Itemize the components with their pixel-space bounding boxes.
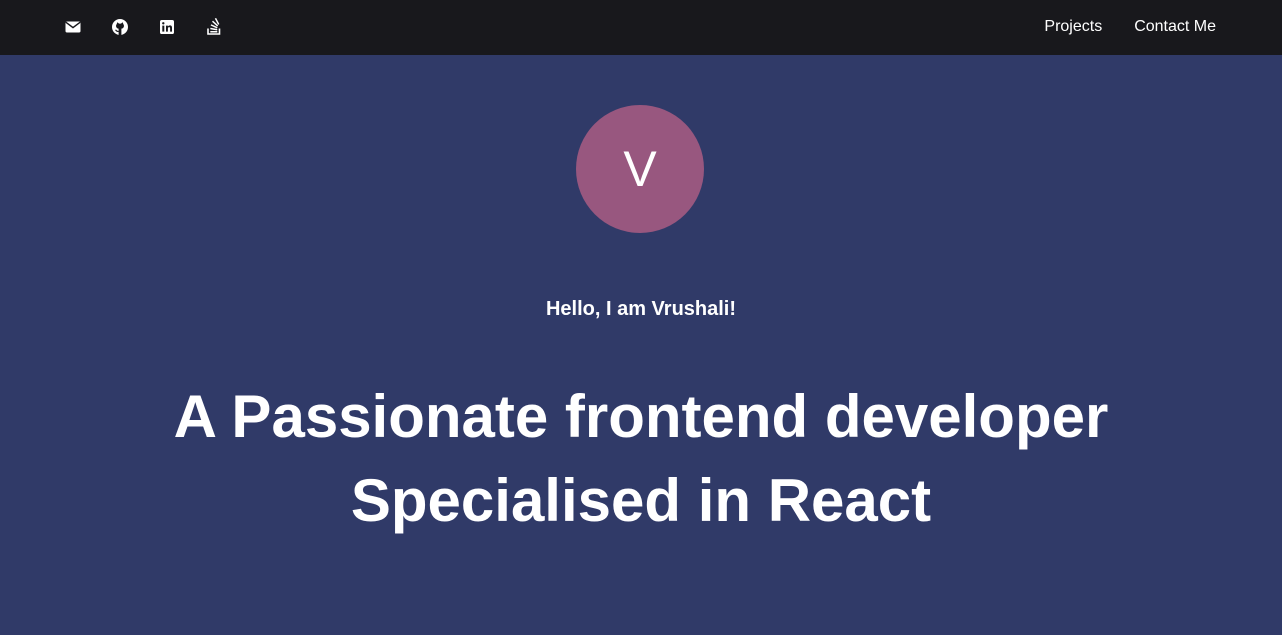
social-links — [64, 18, 252, 36]
hero-headline: A Passionate frontend developer Speciali… — [0, 375, 1282, 543]
avatar: V — [576, 105, 704, 233]
hero-section: V Hello, I am Vrushali! A Passionate fro… — [0, 55, 1282, 635]
github-icon — [112, 19, 128, 35]
github-link[interactable] — [111, 18, 129, 36]
stackoverflow-link[interactable] — [205, 18, 223, 36]
main-nav: Projects Contact Me — [1044, 17, 1216, 37]
email-link[interactable] — [64, 18, 82, 36]
linkedin-icon — [160, 20, 174, 34]
envelope-icon — [65, 21, 81, 33]
greeting-text: Hello, I am Vrushali! — [545, 298, 737, 320]
nav-projects-link[interactable]: Projects — [1044, 17, 1102, 37]
linkedin-link[interactable] — [158, 18, 176, 36]
headline-line-2: Specialised in React — [350, 467, 932, 534]
stackoverflow-icon — [207, 18, 221, 35]
top-navbar: Projects Contact Me — [0, 0, 1282, 55]
nav-contact-link[interactable]: Contact Me — [1134, 17, 1216, 37]
headline-line-1: A Passionate frontend developer — [173, 383, 1109, 450]
